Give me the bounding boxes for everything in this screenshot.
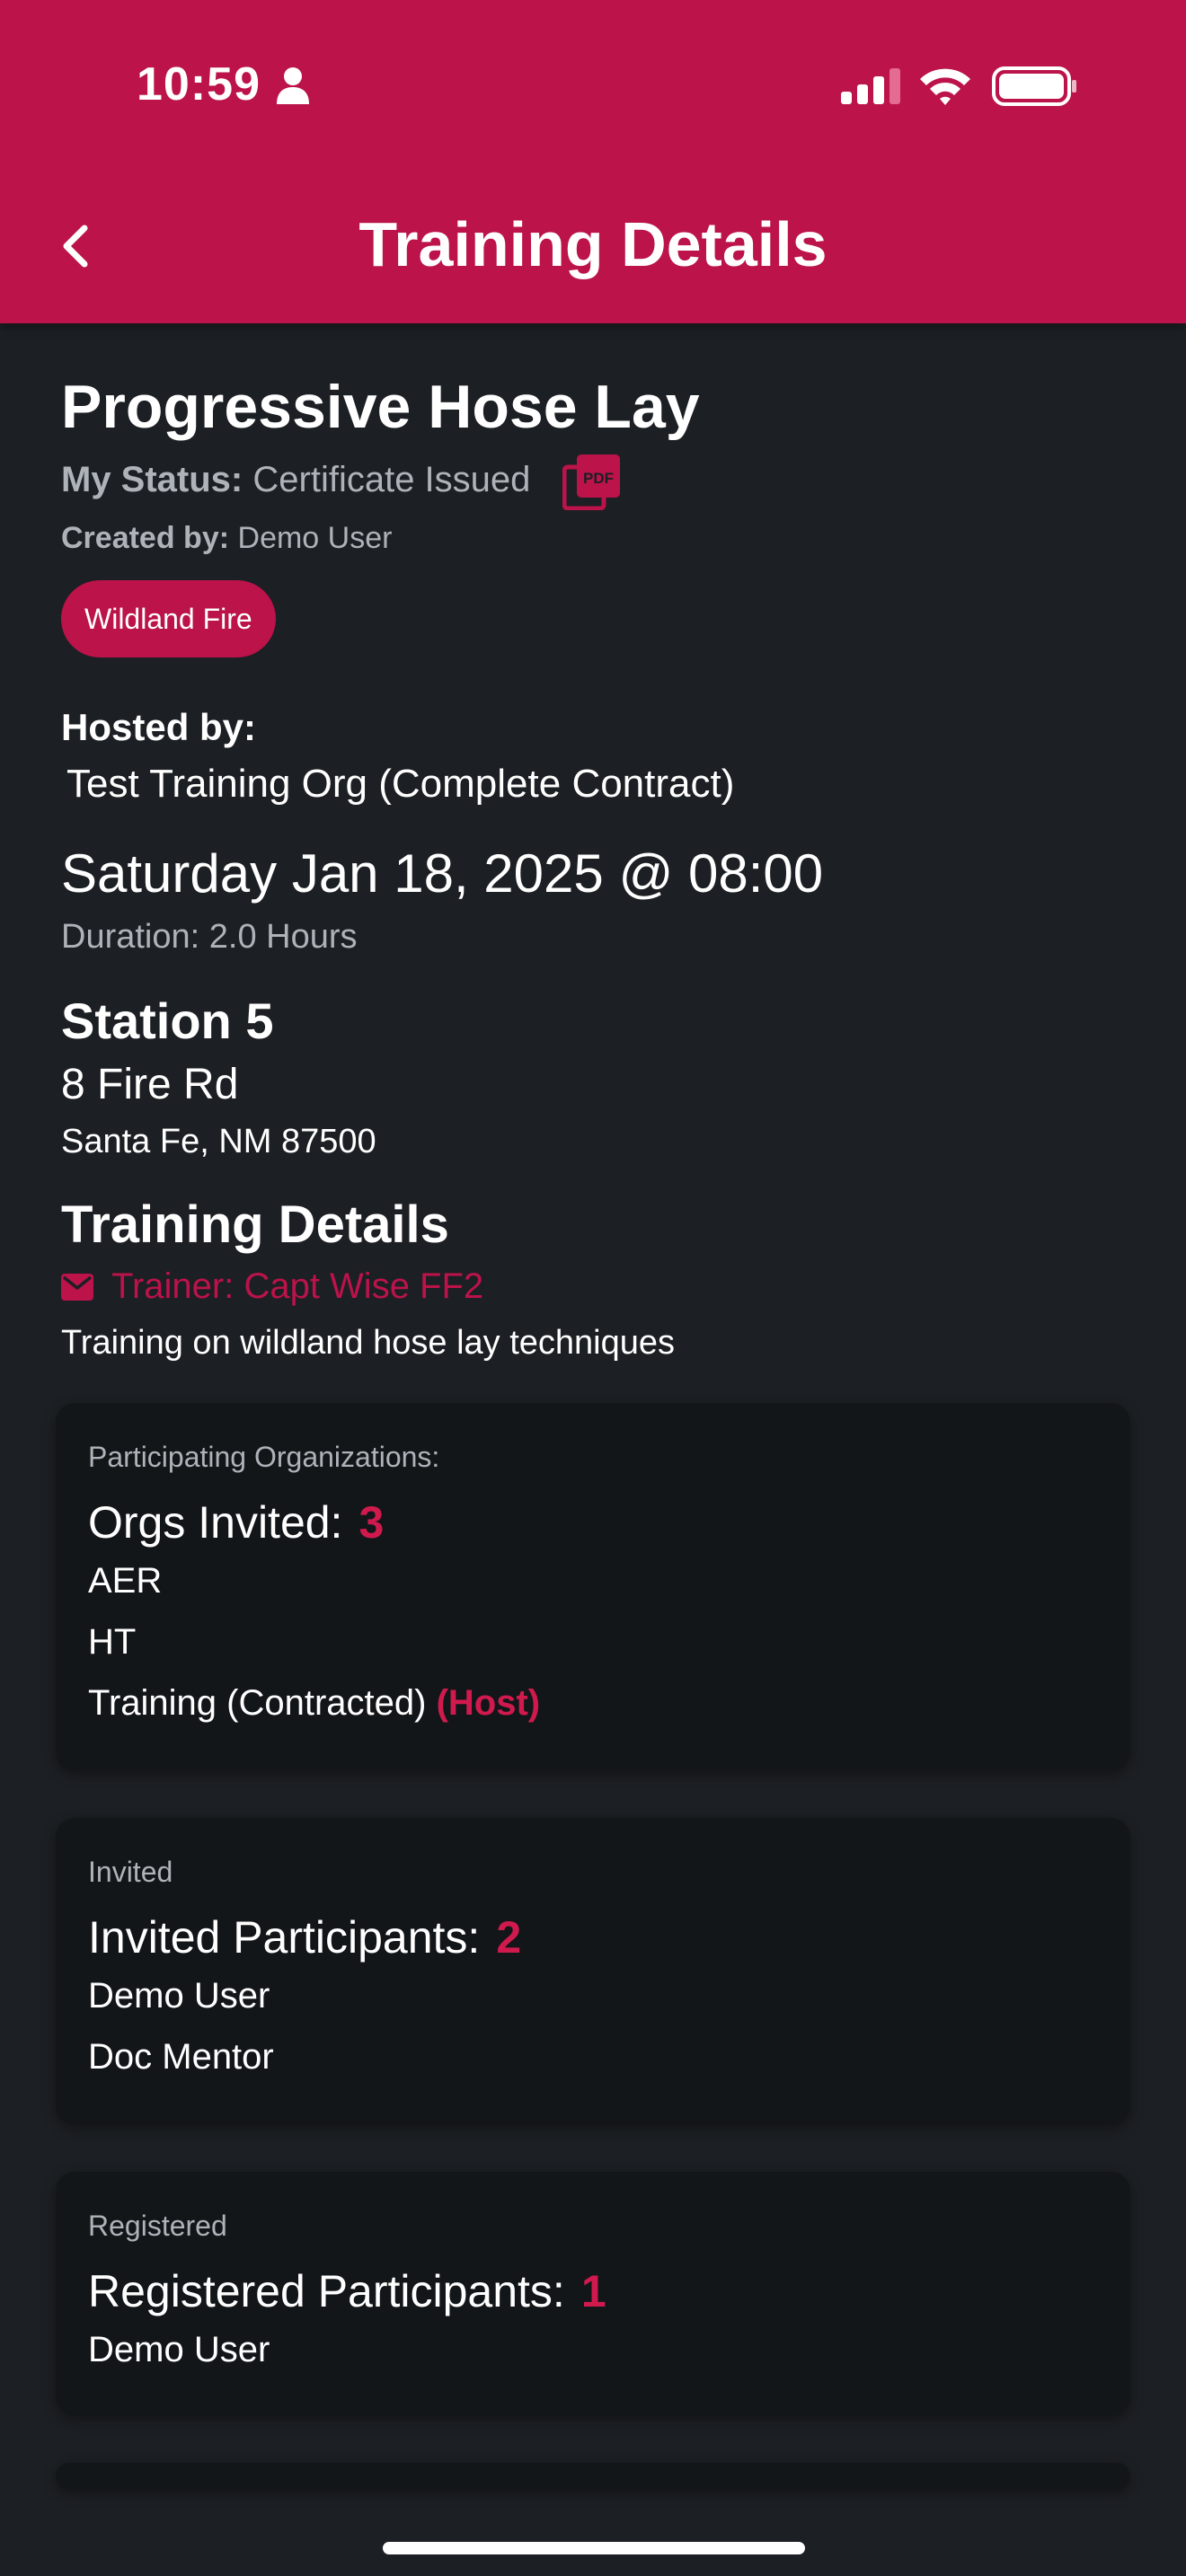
orgs-invited-heading: Orgs Invited: 3 — [88, 1496, 384, 1548]
created-by-label: Created by: — [61, 521, 230, 555]
top-app-bar: 10:59 Training Details — [0, 0, 1186, 323]
invited-card-subtitle: Invited — [88, 1856, 173, 1888]
orgs-card-subtitle: Participating Organizations: — [88, 1441, 440, 1473]
invited-card: Invited Invited Participants: 2 Demo User… — [56, 1818, 1130, 2125]
created-by: Created by: Demo User — [61, 521, 392, 556]
registered-card: Registered Registered Participants: 1 Dem… — [56, 2172, 1130, 2416]
invited-participants-heading: Invited Participants: 2 — [88, 1911, 521, 1963]
invited-participants-label: Invited Participants: — [88, 1912, 481, 1963]
training-duration: Duration: 2.0 Hours — [61, 918, 358, 956]
participant-item: Demo User — [88, 1976, 270, 2016]
invited-participants-count: 2 — [496, 1912, 522, 1963]
created-by-value: Demo User — [237, 521, 393, 555]
signal-icon — [841, 68, 900, 104]
participant-item: Demo User — [88, 2330, 270, 2369]
my-status: My Status: Certificate Issued — [61, 460, 530, 500]
training-date: Saturday Jan 18, 2025 @ 08:00 — [61, 843, 824, 904]
person-icon — [277, 67, 309, 104]
location-name: Station 5 — [61, 992, 274, 1049]
hosted-by-value: Test Training Org (Complete Contract) — [66, 762, 735, 806]
next-card-partial — [56, 2463, 1130, 2490]
home-indicator[interactable] — [383, 2542, 805, 2554]
registered-participants-label: Registered Participants: — [88, 2266, 565, 2316]
mail-icon[interactable] — [61, 1274, 93, 1301]
registered-participants-heading: Registered Participants: 1 — [88, 2265, 606, 2317]
orgs-invited-label: Orgs Invited: — [88, 1497, 343, 1548]
page-title: Training Details — [358, 209, 828, 279]
registered-participants-count: 1 — [580, 2266, 606, 2316]
orgs-invited-count: 3 — [358, 1497, 385, 1548]
trainer-link[interactable]: Trainer: Capt Wise FF2 — [111, 1266, 483, 1307]
participant-item: Doc Mentor — [88, 2037, 274, 2077]
org-item: HT — [88, 1622, 137, 1662]
location-city: Santa Fe, NM 87500 — [61, 1123, 376, 1160]
training-details-heading: Training Details — [61, 1195, 449, 1254]
registered-card-subtitle: Registered — [88, 2210, 227, 2242]
location-street: 8 Fire Rd — [61, 1061, 239, 1108]
org-item: AER — [88, 1561, 163, 1601]
my-status-label: My Status: — [61, 460, 243, 499]
category-tag: Wildland Fire — [61, 580, 276, 657]
pdf-icon[interactable]: PDF — [562, 454, 622, 510]
orgs-card: Participating Organizations: Orgs Invite… — [56, 1403, 1130, 1771]
my-status-value: Certificate Issued — [252, 460, 531, 499]
battery-icon — [992, 66, 1076, 106]
svg-text:PDF: PDF — [583, 470, 614, 487]
training-title: Progressive Hose Lay — [61, 373, 700, 441]
org-item-label: Training (Contracted) — [88, 1683, 427, 1723]
status-time: 10:59 — [137, 58, 261, 110]
training-description: Training on wildland hose lay techniques — [61, 1324, 676, 1362]
host-badge: (Host) — [436, 1683, 541, 1723]
org-item: Training (Contracted) (Host) — [88, 1683, 540, 1724]
hosted-by-label: Hosted by: — [61, 706, 257, 748]
wifi-icon — [920, 68, 970, 105]
